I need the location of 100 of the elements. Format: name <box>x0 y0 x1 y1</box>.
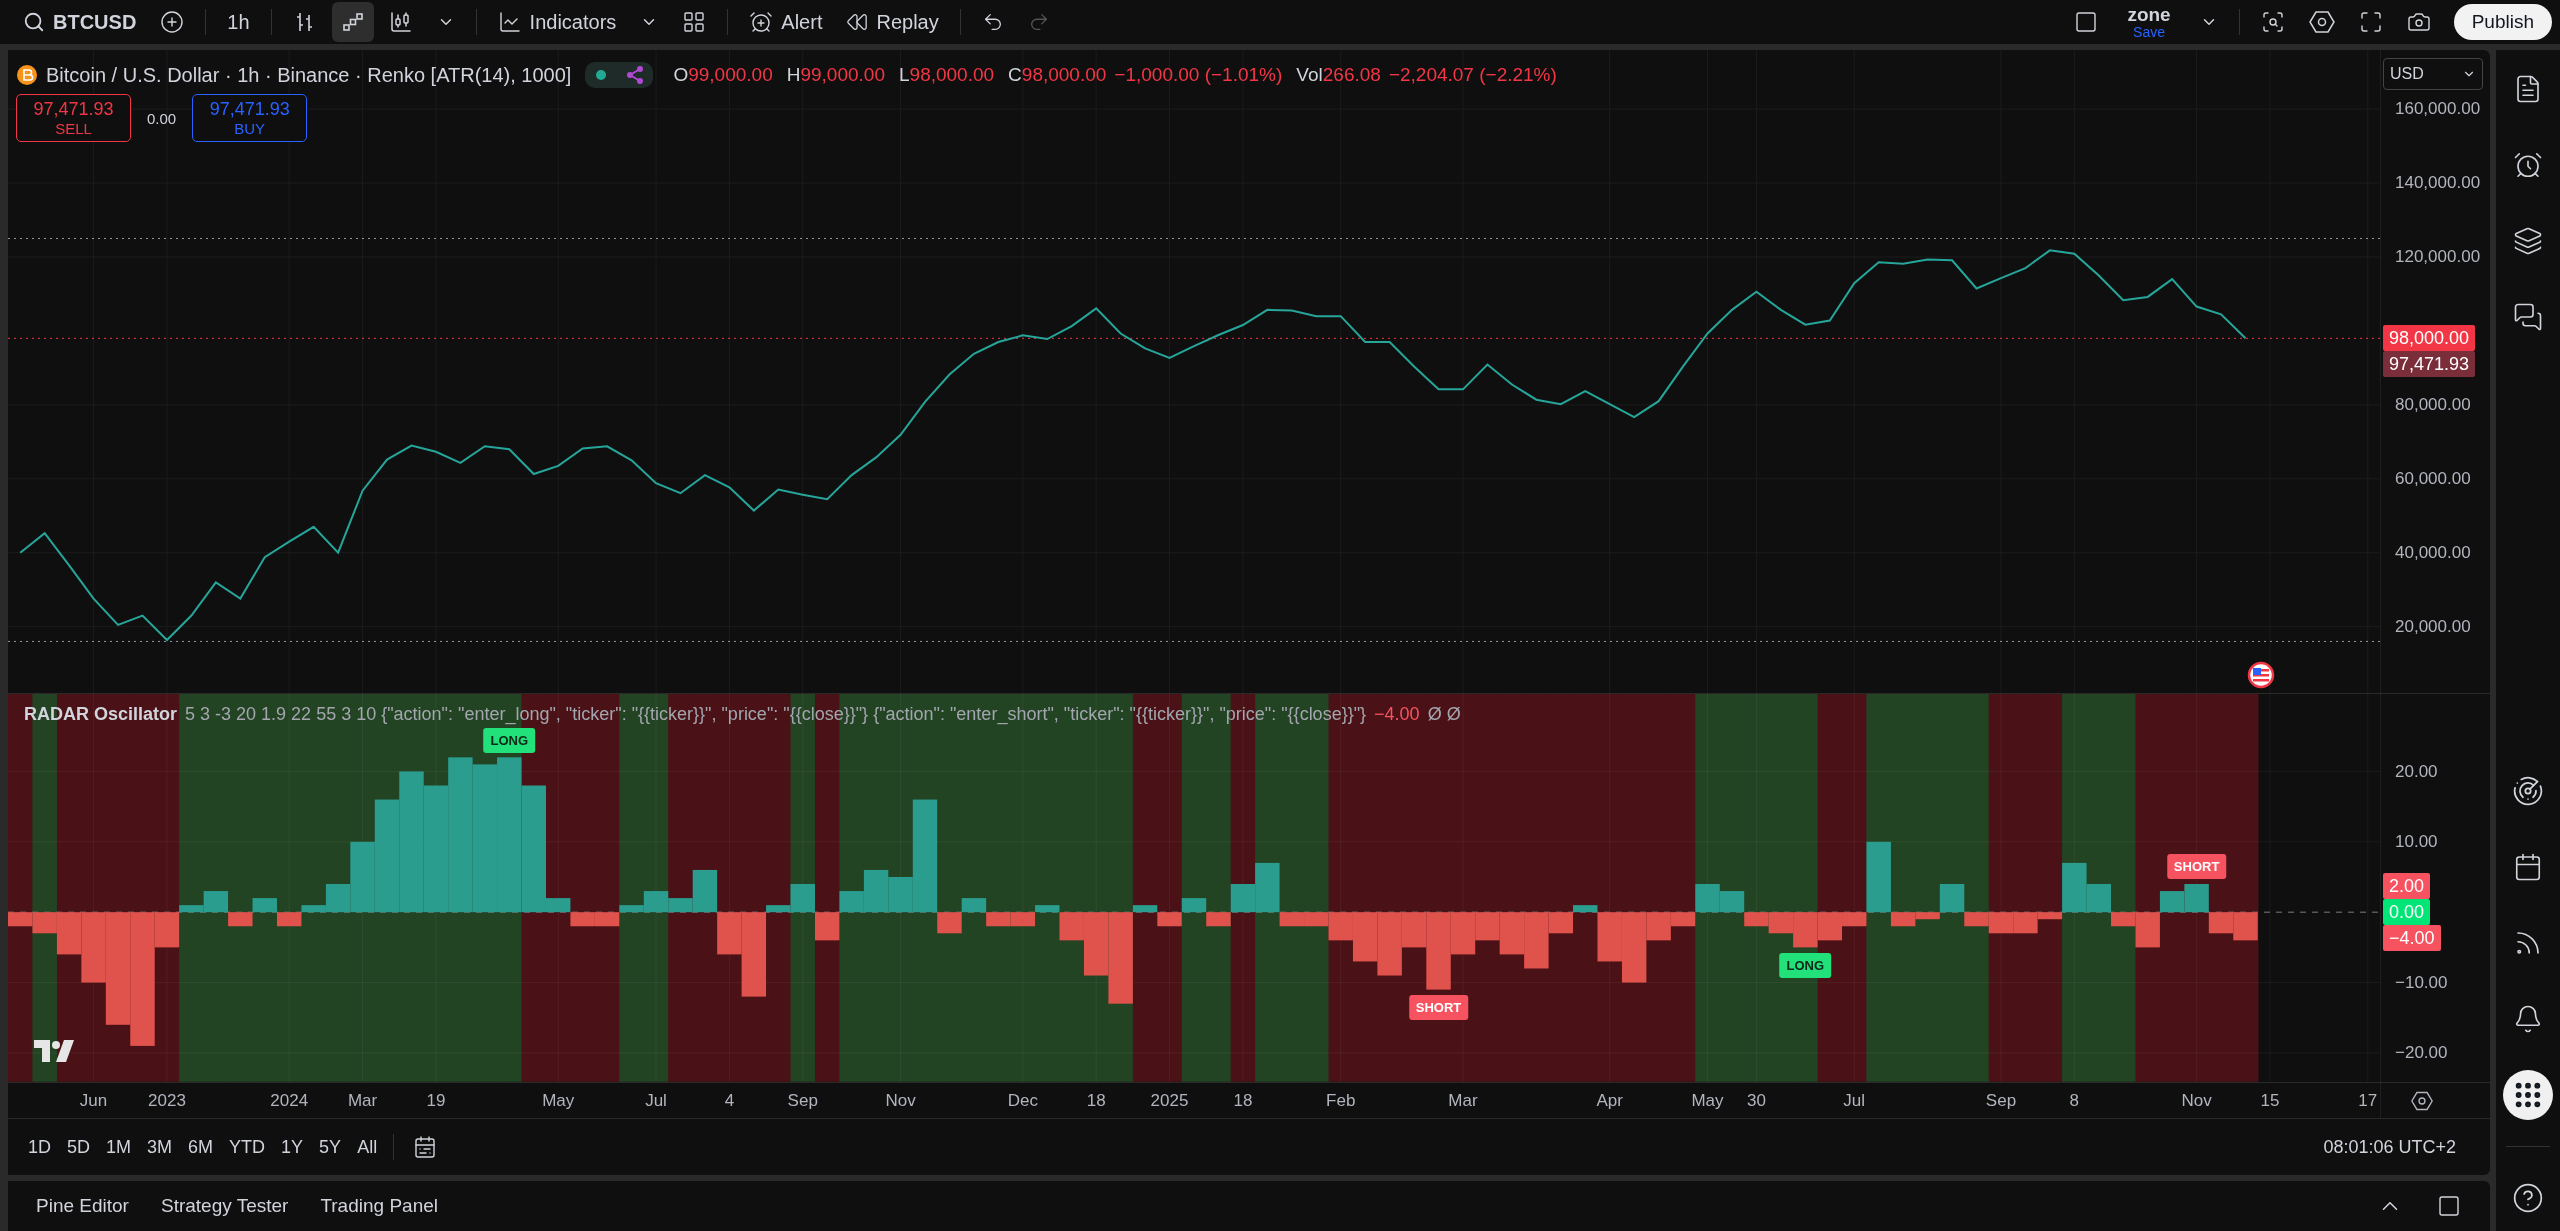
axis-label: Apr <box>1596 1090 1623 1111</box>
symbol-title: Bitcoin / U.S. Dollar · 1h · Binance · Renko [ATR(14), 1000] <box>46 63 572 87</box>
axis-label: Jul <box>1843 1090 1866 1111</box>
price-change: −1,000.00 (−1.01%) <box>1114 64 1283 86</box>
axis-label: 20.00 <box>2395 761 2438 782</box>
histogram-bar <box>986 912 1011 927</box>
histogram-bar <box>1181 898 1207 913</box>
apps-button[interactable] <box>2503 1070 2553 1120</box>
axis-label: May <box>1691 1090 1724 1111</box>
axis-label: 20,000.00 <box>2395 616 2471 637</box>
range-button[interactable]: All <box>351 1132 384 1162</box>
square-icon <box>2437 1194 2461 1218</box>
panel-tab[interactable]: Trading Panel <box>312 1189 446 1223</box>
sell-button[interactable]: 97,471.93 SELL <box>16 94 131 142</box>
camera-icon <box>2406 10 2431 34</box>
histogram-bar <box>814 912 840 941</box>
indicator-value: −4.00 <box>1374 704 1420 726</box>
ohlc-label: H <box>786 64 801 86</box>
axis-label: 120,000.00 <box>2395 247 2481 267</box>
indicator-name: RADAR Oscillator <box>24 704 178 726</box>
fullscreen-icon <box>2358 10 2383 34</box>
volume-value: 266.08 <box>1322 64 1381 86</box>
buy-button[interactable]: 97,471.93 BUY <box>192 94 308 142</box>
histogram-bar <box>2184 884 2209 913</box>
radar-icon <box>2512 775 2544 807</box>
axis-label: 40,000.00 <box>2395 542 2471 563</box>
volume-label: Vol <box>1296 64 1323 86</box>
range-button[interactable]: 5Y <box>313 1132 348 1162</box>
indicators-button[interactable]: Indicators <box>488 2 626 42</box>
axis-label: 60,000.00 <box>2395 468 2471 489</box>
axis-label: 8 <box>2069 1090 2080 1111</box>
ohlc-value: 99,000.00 <box>800 64 885 86</box>
indicator-params: 5 3 -3 20 1.9 22 55 3 10 {"action": "enter_long", "ticker": "{{ticker}}", "price": "{{close}}"} {"action": "enter_short", "ticker": "{{ticker}}", "price": "{{close}}"} <box>185 704 1367 726</box>
layout-save-button[interactable]: zone Save <box>2113 4 2185 40</box>
share-icon <box>624 65 645 85</box>
axis-label: Feb <box>1326 1090 1356 1111</box>
calendar-icon <box>413 1135 438 1159</box>
value-label: 2.00 <box>2383 873 2431 900</box>
histogram-bar <box>2208 912 2234 934</box>
range-button[interactable]: 1Y <box>275 1132 310 1162</box>
histogram-bar <box>2233 912 2258 941</box>
calendar-icon <box>2513 852 2543 882</box>
histogram-bar <box>252 898 277 913</box>
coin-icon <box>16 64 38 86</box>
rewind-icon <box>846 11 869 33</box>
axis-label: 2024 <box>270 1090 309 1111</box>
ohlc-value: 98,000.00 <box>909 64 995 86</box>
axis-label: Jun <box>79 1090 108 1111</box>
layers-icon <box>2513 226 2543 256</box>
range-button[interactable]: 3M <box>141 1132 179 1162</box>
plus-icon <box>160 10 185 34</box>
range-button[interactable]: 6M <box>182 1132 220 1162</box>
axis-label: 160,000.00 <box>2395 99 2481 120</box>
axis-label: 18 <box>1233 1090 1253 1111</box>
ohlc-label: C <box>1008 64 1022 86</box>
line-chart-icon <box>497 10 522 34</box>
axis-label: 2023 <box>148 1090 186 1111</box>
range-button[interactable]: 1M <box>100 1132 138 1162</box>
flag-icon[interactable] <box>2247 661 2276 690</box>
chat-icon <box>2513 302 2543 332</box>
axis-label: 18 <box>1086 1090 1106 1111</box>
axis-label: 2025 <box>1150 1090 1189 1111</box>
help-icon <box>2512 1182 2544 1214</box>
alert-button[interactable]: Alert <box>740 2 832 42</box>
candlestick-icon <box>388 10 413 34</box>
interval-button[interactable]: 1h <box>218 2 259 42</box>
panel-tab[interactable]: Pine Editor <box>28 1189 137 1223</box>
axis-label: Sep <box>1985 1090 2017 1111</box>
clock: 08:01:06 UTC+2 <box>2323 1136 2456 1158</box>
ohlc-value: 99,000.00 <box>688 64 773 86</box>
value-label: −4.00 <box>2383 925 2441 952</box>
bricks-icon <box>340 10 365 34</box>
price-label: 98,000.00 <box>2383 325 2476 352</box>
signal-label: LONG <box>1779 952 1832 978</box>
axis-label: −20.00 <box>2395 1043 2448 1064</box>
axis-label: Mar <box>1448 1090 1478 1111</box>
axis-label: Jul <box>645 1090 667 1111</box>
currency-dropdown[interactable]: USD <box>2383 58 2483 90</box>
alarm-clock-icon <box>749 10 774 34</box>
settings-icon <box>2308 9 2335 35</box>
publish-button[interactable]: Publish <box>2453 4 2552 40</box>
panel-tab[interactable]: Strategy Tester <box>152 1189 297 1223</box>
signal-label: SHORT <box>2166 854 2227 880</box>
range-button[interactable]: 1D <box>22 1132 57 1162</box>
settings-icon[interactable] <box>2411 1089 2433 1112</box>
replay-button[interactable]: Replay <box>837 2 948 42</box>
axis-label: 30 <box>1746 1090 1766 1111</box>
spread-value: 0.00 <box>147 109 177 127</box>
axis-label: 19 <box>426 1090 446 1111</box>
square-icon <box>2074 10 2099 34</box>
range-button[interactable]: YTD <box>223 1132 272 1162</box>
symbol-search[interactable]: BTCUSD <box>14 2 146 42</box>
ohlc-value: 98,000.00 <box>1021 64 1107 86</box>
ohlc-label: O <box>673 64 689 86</box>
axis-label: Dec <box>1007 1090 1038 1111</box>
axis-label: Nov <box>885 1090 916 1111</box>
bell-icon <box>2513 1004 2543 1034</box>
chart-type-button[interactable] <box>331 2 374 42</box>
range-button[interactable]: 5D <box>61 1132 97 1162</box>
histogram-bar <box>570 912 595 927</box>
